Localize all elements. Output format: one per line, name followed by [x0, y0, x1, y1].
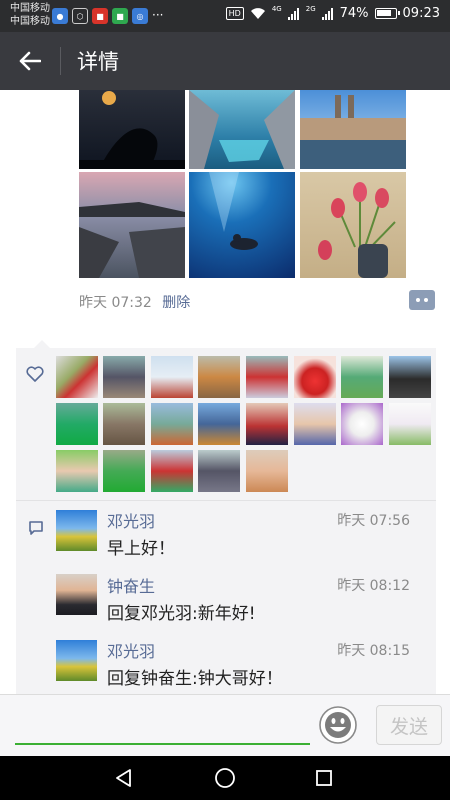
liker-avatar[interactable] — [389, 356, 431, 398]
carrier-2: 中国移动 — [10, 16, 50, 27]
emoji-icon[interactable] — [318, 705, 358, 745]
blue-app-icon: ● — [52, 8, 68, 24]
liker-avatar[interactable] — [198, 356, 240, 398]
liker-avatar[interactable] — [246, 450, 288, 492]
notification-icons: ● ⬡ ■ ■ ◎ ··· — [52, 8, 163, 24]
interaction-box: 邓光羽 昨天 07:56 早上好！ 钟奋生 昨天 08:12 回复邓光羽:新年好… — [16, 340, 436, 694]
commenter-name[interactable]: 邓光羽 — [107, 638, 155, 662]
wifi-icon — [250, 8, 265, 19]
post-time: 昨天 07:32 — [79, 295, 152, 311]
liker-avatar[interactable] — [389, 403, 431, 445]
battery-icon — [374, 8, 400, 19]
page-title: 详情 — [77, 50, 119, 74]
commenter-avatar[interactable] — [56, 510, 97, 551]
photo-thumbnail[interactable] — [300, 90, 406, 169]
post-meta: 昨天 07:32 删除 — [79, 292, 190, 312]
liker-avatar[interactable] — [294, 403, 336, 445]
delete-link[interactable]: 删除 — [162, 295, 190, 311]
liker-avatar[interactable] — [56, 450, 98, 492]
comment-input-bar: 发送 — [0, 694, 450, 756]
system-status: HD 4G 2G 74% 09:23 — [225, 4, 440, 21]
liker-avatar[interactable] — [103, 356, 145, 398]
carrier-1: 中国移动 — [10, 3, 50, 14]
comment-text[interactable]: 回复邓光羽:新年好! — [107, 599, 256, 624]
title-divider — [60, 47, 61, 75]
nav-back-button[interactable] — [110, 764, 138, 792]
comment-input[interactable] — [15, 703, 310, 743]
hd-badge: HD — [225, 7, 244, 20]
liker-avatar[interactable] — [198, 450, 240, 492]
net-type-1: 4G — [271, 4, 282, 13]
liker-avatar[interactable] — [341, 403, 383, 445]
square-recents-icon — [316, 770, 332, 786]
liker-avatar[interactable] — [103, 450, 145, 492]
status-bar: 中国移动 中国移动 ● ⬡ ■ ■ ◎ ··· HD 4G 2G 74% 09:… — [0, 0, 450, 32]
comment-text[interactable]: 回复钟奋生:钟大哥好！ — [107, 664, 283, 689]
commenter-name[interactable]: 钟奋生 — [107, 573, 155, 597]
comment-time: 昨天 08:15 — [337, 643, 410, 659]
comment-icon — [29, 521, 43, 535]
hex-app-icon: ⬡ — [72, 8, 88, 24]
signal-icon — [321, 7, 333, 20]
battery-percent: 74% — [339, 6, 369, 21]
comment-button[interactable] — [409, 290, 435, 310]
nav-recents-button[interactable] — [310, 764, 338, 792]
net-type-2: 2G — [305, 4, 316, 13]
input-underline — [15, 743, 310, 745]
liker-avatar[interactable] — [151, 356, 193, 398]
signal-icon — [287, 7, 299, 20]
commenter-avatar[interactable] — [56, 640, 97, 681]
moment-detail: 昨天 07:32 删除 邓光羽 昨天 07:56 早上好！ 钟奋生 昨天 08:… — [0, 90, 450, 694]
shield-app-icon: ◎ — [132, 8, 148, 24]
nav-home-button[interactable] — [211, 764, 239, 792]
commenter-avatar[interactable] — [56, 574, 97, 615]
triangle-back-icon — [116, 769, 131, 787]
liker-avatar[interactable] — [103, 403, 145, 445]
photo-thumbnail[interactable] — [189, 172, 295, 278]
liker-avatar[interactable] — [56, 403, 98, 445]
carrier-info: 中国移动 中国移动 — [10, 2, 50, 28]
circle-home-icon — [215, 768, 235, 788]
liker-avatar[interactable] — [151, 403, 193, 445]
back-button[interactable] — [0, 32, 60, 90]
dot-icon — [416, 298, 420, 302]
likes-comments-divider — [16, 500, 436, 501]
red-app-icon: ■ — [92, 8, 108, 24]
comment-text[interactable]: 早上好！ — [107, 534, 175, 559]
commenter-name[interactable]: 邓光羽 — [107, 508, 155, 532]
liker-avatar[interactable] — [56, 356, 98, 398]
more-notifications: ··· — [152, 8, 164, 22]
liker-avatar[interactable] — [246, 403, 288, 445]
system-nav-bar — [0, 756, 450, 800]
comment-time: 昨天 08:12 — [337, 578, 410, 594]
photo-thumbnail[interactable] — [79, 172, 185, 278]
liker-avatar[interactable] — [151, 450, 193, 492]
title-bar: 详情 — [0, 32, 450, 90]
photo-thumbnail[interactable] — [300, 172, 406, 278]
clock: 09:23 — [402, 6, 440, 21]
arrow-left-icon — [19, 51, 41, 71]
photo-thumbnail[interactable] — [79, 90, 185, 169]
liker-avatar[interactable] — [198, 403, 240, 445]
dot-icon — [424, 298, 428, 302]
send-button[interactable]: 发送 — [376, 705, 442, 745]
comment-time: 昨天 07:56 — [337, 513, 410, 529]
photo-thumbnail[interactable] — [189, 90, 295, 169]
green-app-icon: ■ — [112, 8, 128, 24]
liker-avatar[interactable] — [341, 356, 383, 398]
liker-avatar[interactable] — [246, 356, 288, 398]
liker-avatar[interactable] — [294, 356, 336, 398]
heart-icon — [26, 366, 44, 382]
